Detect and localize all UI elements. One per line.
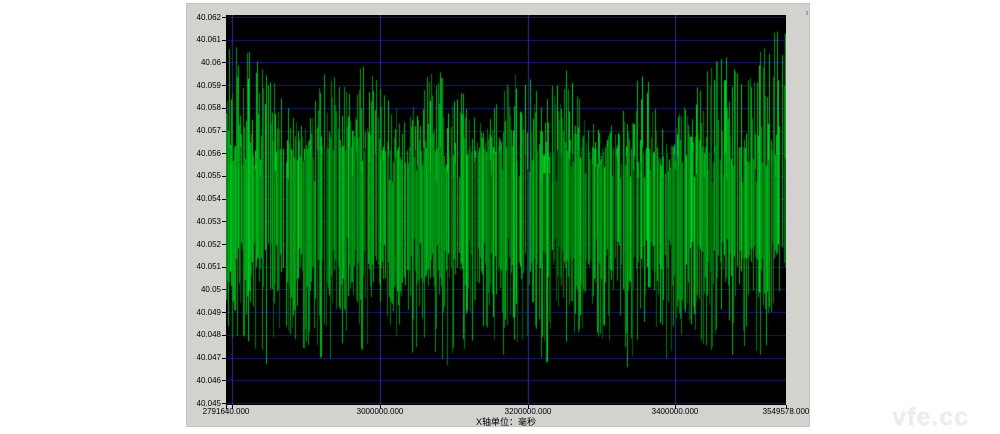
y-tick-label: 40.055 — [187, 171, 221, 180]
y-tick-mark — [222, 17, 226, 18]
y-tick-label: 40.046 — [187, 376, 221, 385]
x-tick-label: 3549578.000 — [746, 407, 826, 416]
y-tick-label: 40.06 — [187, 58, 221, 67]
y-tick-mark — [222, 289, 226, 290]
y-tick-mark — [222, 176, 226, 177]
y-tick-label: 40.054 — [187, 194, 221, 203]
y-tick-mark — [222, 62, 226, 63]
y-tick-label: 40.052 — [187, 240, 221, 249]
y-tick-mark — [222, 153, 226, 154]
y-tick-mark — [222, 403, 226, 404]
y-tick-label: 40.056 — [187, 149, 221, 158]
y-tick-mark — [222, 380, 226, 381]
y-tick-label: 40.062 — [187, 13, 221, 22]
y-tick-mark — [222, 199, 226, 200]
x-tick-label: 2791640.000 — [186, 407, 266, 416]
y-tick-label: 40.048 — [187, 330, 221, 339]
screen: 40.062 40.061 40.06 40.059 40.058 40.057 40.05… — [0, 0, 1000, 434]
y-tick-mark — [222, 312, 226, 313]
y-tick-label: 40.058 — [187, 103, 221, 112]
y-tick-label: 40.061 — [187, 35, 221, 44]
y-tick-label: 40.05 — [187, 285, 221, 294]
y-tick-mark — [222, 335, 226, 336]
y-tick-mark — [222, 131, 226, 132]
x-tick-mark — [232, 405, 233, 409]
y-tick-mark — [222, 40, 226, 41]
y-tick-label: 40.057 — [187, 126, 221, 135]
y-tick-label: 40.051 — [187, 262, 221, 271]
y-tick-label: 40.049 — [187, 308, 221, 317]
x-tick-label: 3200000.000 — [488, 407, 568, 416]
y-tick-mark — [222, 85, 226, 86]
plot-area — [226, 15, 786, 405]
panel-corner-artifact — [806, 11, 808, 15]
waveform-canvas[interactable] — [226, 15, 786, 405]
y-tick-mark — [222, 108, 226, 109]
x-tick-label: 3000000.000 — [340, 407, 420, 416]
y-tick-mark — [222, 358, 226, 359]
x-axis-unit-label: X轴单位：毫秒 — [226, 417, 786, 427]
y-tick-label: 40.047 — [187, 353, 221, 362]
y-tick-mark — [222, 221, 226, 222]
y-tick-label: 40.053 — [187, 217, 221, 226]
y-tick-mark — [222, 267, 226, 268]
chart-panel: 40.062 40.061 40.06 40.059 40.058 40.057 40.05… — [186, 3, 810, 427]
y-tick-mark — [222, 244, 226, 245]
y-tick-label: 40.059 — [187, 81, 221, 90]
x-tick-label: 3400000.000 — [635, 407, 715, 416]
watermark-text: vfe.cc — [892, 403, 969, 432]
